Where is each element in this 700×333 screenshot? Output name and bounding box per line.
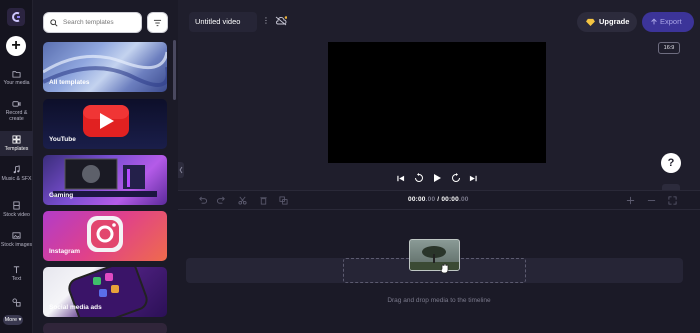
create-new-button[interactable]: +	[6, 36, 26, 56]
duplicate-icon[interactable]	[279, 196, 288, 205]
timecode: 00:00.00 / 00:00.00	[408, 196, 469, 203]
templates-panel: All templates YouTube Gaming	[33, 0, 178, 333]
template-card-label: All templates	[49, 79, 90, 86]
timeline: 00:00.00 / 00:00.00 Drag and drop media …	[178, 190, 700, 333]
folder-icon	[12, 71, 21, 78]
undo-icon[interactable]	[198, 196, 207, 205]
rail-item-label: Text	[11, 276, 22, 282]
skip-back-icon	[397, 175, 405, 181]
export-button[interactable]: Export	[642, 12, 694, 32]
skip-forward-button[interactable]	[469, 173, 478, 183]
video-editor-app: + Your media Record & create Templates M…	[0, 0, 700, 333]
rail-item-your-media[interactable]: Your media	[0, 69, 33, 86]
chevron-left-icon	[179, 166, 183, 174]
help-button[interactable]: ?	[661, 153, 681, 173]
template-card-label: Social media ads	[49, 304, 102, 311]
trash-icon[interactable]	[259, 196, 268, 205]
search-icon	[50, 18, 58, 27]
camera-icon	[12, 101, 21, 107]
search-box[interactable]	[43, 12, 142, 33]
upload-icon	[651, 18, 657, 25]
rail-item-label: Templates	[4, 146, 29, 152]
templates-icon	[12, 135, 21, 144]
rail-item-stock-images[interactable]: Stock images	[0, 231, 33, 248]
rail-item-label: Music & SFX	[1, 176, 32, 182]
template-card-label: YouTube	[49, 136, 76, 143]
forward-icon	[452, 173, 460, 182]
grab-cursor-icon	[440, 263, 449, 274]
rail-item-templates[interactable]: Templates	[0, 131, 33, 156]
zoom-in-icon[interactable]	[626, 196, 635, 205]
scissors-icon[interactable]	[238, 196, 247, 205]
rewind-icon	[415, 173, 423, 182]
app-logo[interactable]	[7, 8, 25, 26]
timeline-toolbar: 00:00.00 / 00:00.00	[178, 191, 700, 210]
filter-icon	[153, 19, 162, 26]
forward-5s-button[interactable]	[451, 173, 461, 183]
template-card-social-media-ads[interactable]: Social media ads	[43, 267, 167, 317]
template-card-label: Instagram	[49, 248, 81, 255]
tree-image	[410, 246, 459, 270]
film-icon	[13, 201, 20, 210]
rail-item-label: Stock images	[0, 242, 33, 248]
rail-item-music-sfx[interactable]: Music & SFX	[0, 165, 33, 182]
panel-collapse-handle[interactable]	[178, 162, 184, 178]
fit-to-screen-icon[interactable]	[668, 196, 677, 205]
redo-icon[interactable]	[217, 196, 226, 205]
rail-item-shapes[interactable]	[0, 298, 33, 309]
image-icon	[12, 232, 21, 239]
upgrade-button[interactable]: Upgrade	[577, 12, 637, 32]
template-card-all-templates[interactable]: All templates	[43, 42, 167, 92]
drop-hint-text: Drag and drop media to the timeline	[387, 297, 491, 304]
skip-back-button[interactable]	[396, 173, 405, 183]
music-note-icon	[13, 165, 20, 174]
shapes-icon	[12, 298, 21, 307]
rail-item-text[interactable]: Text	[0, 265, 33, 282]
editor-main: Untitled video ⋮ Upgrade Export 16:9 ? 0…	[178, 0, 700, 333]
play-button[interactable]	[432, 173, 442, 183]
zoom-out-icon[interactable]	[647, 196, 656, 205]
template-card-instagram[interactable]: Instagram	[43, 211, 167, 261]
skip-forward-icon	[469, 175, 477, 181]
rail-item-label: Stock video	[3, 212, 30, 218]
template-card-partial[interactable]	[43, 323, 167, 333]
more-button[interactable]: More ▾	[3, 315, 23, 325]
cloud-off-icon[interactable]	[275, 16, 287, 26]
left-rail: + Your media Record & create Templates M…	[0, 0, 33, 333]
filter-button[interactable]	[147, 12, 168, 33]
video-preview	[328, 42, 546, 163]
text-icon	[13, 266, 20, 274]
rail-item-label: Your media	[3, 80, 30, 86]
rail-item-record-create[interactable]: Record & create	[0, 99, 33, 122]
play-icon	[434, 174, 441, 182]
template-card-gaming[interactable]: Gaming	[43, 155, 167, 205]
aspect-ratio-button[interactable]: 16:9	[658, 42, 680, 54]
search-input[interactable]	[63, 19, 141, 26]
title-more-icon[interactable]: ⋮	[262, 16, 270, 25]
dragged-media-thumbnail[interactable]	[409, 239, 460, 271]
template-card-youtube[interactable]: YouTube	[43, 99, 167, 149]
panel-scrollbar[interactable]	[173, 40, 176, 100]
video-title-field[interactable]: Untitled video	[189, 12, 257, 32]
rail-item-label: Record & create	[5, 110, 28, 122]
diamond-icon	[586, 18, 595, 26]
template-card-label: Gaming	[49, 192, 74, 199]
rewind-5s-button[interactable]	[414, 173, 424, 183]
rail-item-stock-video[interactable]: Stock video	[0, 201, 33, 218]
